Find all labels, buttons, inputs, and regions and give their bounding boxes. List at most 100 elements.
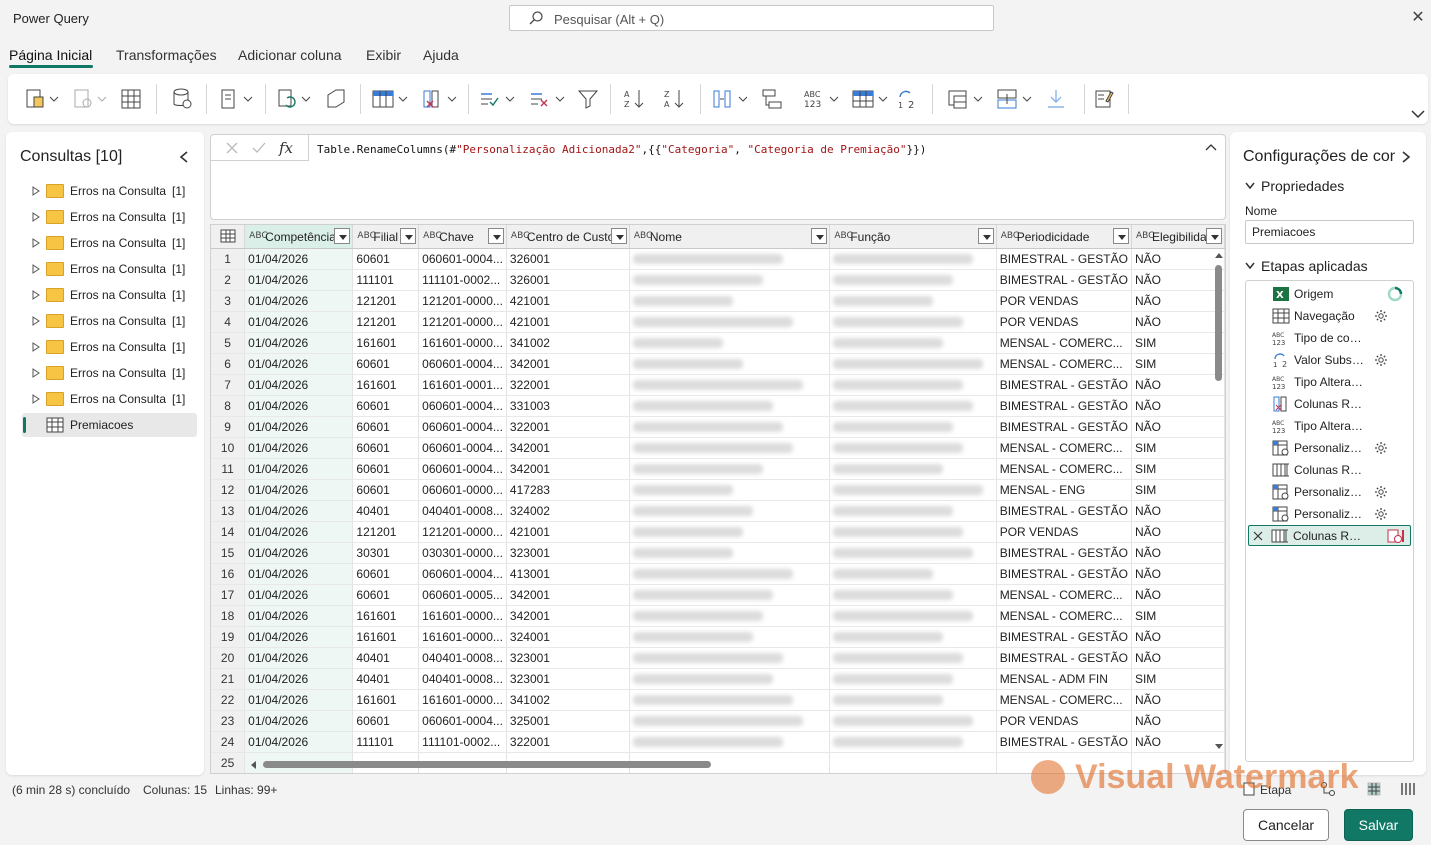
applied-step[interactable]: Navegação: [1250, 305, 1410, 326]
cell-periodicidade[interactable]: MENSAL - COMERC...: [996, 437, 1132, 459]
cell-centro-custo[interactable]: 342001: [506, 437, 630, 459]
cell-centro-custo[interactable]: 326001: [506, 248, 630, 270]
cell-filial[interactable]: 161601: [352, 626, 420, 648]
cell-periodicidade[interactable]: MENSAL - ENG: [996, 479, 1132, 501]
replace-values-icon[interactable]: 21: [896, 86, 920, 112]
cell-periodicidade[interactable]: BIMESTRAL - GESTÃO: [996, 269, 1132, 291]
horizontal-scrollbar[interactable]: [249, 757, 1209, 771]
column-header[interactable]: ABC Elegibilidade: [1131, 225, 1225, 249]
keep-rows-icon[interactable]: [478, 86, 516, 112]
vertical-scroll-thumb[interactable]: [1215, 265, 1222, 381]
cell-elegibilidade[interactable]: SIM: [1131, 332, 1225, 354]
applied-step[interactable]: Colunas Renomeadas1: [1248, 525, 1411, 546]
choose-columns-icon[interactable]: [371, 86, 409, 112]
append-queries-icon[interactable]: [995, 86, 1033, 112]
cell-centro-custo[interactable]: 342001: [506, 353, 630, 375]
chevron-right-icon[interactable]: [1400, 150, 1412, 164]
cell-nome-blurred[interactable]: [629, 332, 831, 354]
step-warning-icon[interactable]: [1387, 528, 1405, 544]
cell-competencia[interactable]: 01/04/2026: [244, 710, 354, 732]
cell-elegibilidade[interactable]: NÃO: [1131, 731, 1225, 753]
cell-periodicidade[interactable]: POR VENDAS: [996, 290, 1132, 312]
cell-periodicidade[interactable]: BIMESTRAL - GESTÃO: [996, 626, 1132, 648]
cell-filial[interactable]: 40401: [352, 668, 420, 690]
query-item-premiacoes[interactable]: Premiacoes: [22, 413, 197, 437]
filter-icon[interactable]: [576, 86, 600, 112]
cell-chave[interactable]: 161601-0000...: [418, 605, 507, 627]
cell-nome-blurred[interactable]: [629, 521, 831, 543]
cell-centro-custo[interactable]: 322001: [506, 374, 630, 396]
cell-filial[interactable]: 161601: [352, 332, 420, 354]
cell-filial[interactable]: 60601: [352, 248, 420, 270]
cell-centro-custo[interactable]: 322001: [506, 416, 630, 438]
cell-elegibilidade[interactable]: SIM: [1131, 437, 1225, 459]
fx-icon[interactable]: fx: [279, 139, 293, 157]
scroll-up-icon[interactable]: [1214, 251, 1224, 259]
cell-centro-custo[interactable]: 342001: [506, 584, 630, 606]
cell-funcao-blurred[interactable]: [829, 458, 997, 480]
vertical-scrollbar[interactable]: [1213, 251, 1223, 751]
cell-nome-blurred[interactable]: [629, 479, 831, 501]
applied-step[interactable]: ABC123 Tipo de coluna alterado: [1250, 327, 1410, 348]
cell-centro-custo[interactable]: 342001: [506, 605, 630, 627]
cell-nome-blurred[interactable]: [629, 416, 831, 438]
cell-periodicidade[interactable]: MENSAL - COMERC...: [996, 605, 1132, 627]
cell-elegibilidade[interactable]: NÃO: [1131, 563, 1225, 585]
cell-centro-custo[interactable]: 323001: [506, 542, 630, 564]
cell-elegibilidade[interactable]: NÃO: [1131, 269, 1225, 291]
applied-step[interactable]: Personalização Adicionada2: [1250, 503, 1410, 524]
cell-periodicidade[interactable]: BIMESTRAL - GESTÃO: [996, 500, 1132, 522]
cell-nome-blurred[interactable]: [629, 731, 831, 753]
expand-triangle-icon[interactable]: [31, 212, 41, 222]
data-source-icon[interactable]: [170, 86, 194, 112]
cell-elegibilidade[interactable]: NÃO: [1131, 311, 1225, 333]
cell-competencia[interactable]: 01/04/2026: [244, 269, 354, 291]
cell-elegibilidade[interactable]: NÃO: [1131, 626, 1225, 648]
cell-chave[interactable]: 060601-0004...: [418, 710, 507, 732]
expand-triangle-icon[interactable]: [31, 238, 41, 248]
row-number[interactable]: 22: [211, 689, 246, 711]
cell-nome-blurred[interactable]: [629, 290, 831, 312]
column-filter-dropdown[interactable]: [487, 228, 504, 244]
manage-table-icon[interactable]: [119, 86, 143, 112]
query-group-item[interactable]: Erros na Consulta [1]: [22, 205, 192, 229]
cell-funcao-blurred[interactable]: [829, 563, 997, 585]
cell-elegibilidade[interactable]: NÃO: [1131, 584, 1225, 606]
sort-asc-icon[interactable]: AZ: [622, 86, 646, 112]
cell-filial[interactable]: 60601: [352, 416, 420, 438]
column-filter-dropdown[interactable]: [334, 228, 351, 244]
cell-centro-custo[interactable]: 341002: [506, 332, 630, 354]
cell-centro-custo[interactable]: 325001: [506, 710, 630, 732]
cell-centro-custo[interactable]: 413001: [506, 563, 630, 585]
cell-funcao-blurred[interactable]: [829, 521, 997, 543]
row-number[interactable]: 15: [211, 542, 246, 564]
column-filter-dropdown[interactable]: [1206, 228, 1222, 244]
column-filter-dropdown[interactable]: [400, 228, 417, 244]
gear-icon[interactable]: [1374, 309, 1388, 323]
cell-chave[interactable]: 060601-0004...: [418, 395, 507, 417]
cell-elegibilidade[interactable]: NÃO: [1131, 395, 1225, 417]
applied-step[interactable]: ABC 123 Tipo Alterado1: [1250, 415, 1410, 436]
chevron-up-icon[interactable]: [1205, 143, 1217, 151]
applied-steps-section[interactable]: Etapas aplicadas: [1245, 258, 1368, 274]
cell-centro-custo[interactable]: 421001: [506, 290, 630, 312]
cell-centro-custo[interactable]: 323001: [506, 647, 630, 669]
cell-periodicidade[interactable]: MENSAL - COMERC...: [996, 353, 1132, 375]
cell-periodicidade[interactable]: BIMESTRAL - GESTÃO: [996, 395, 1132, 417]
cell-competencia[interactable]: 01/04/2026: [244, 605, 354, 627]
cell-elegibilidade[interactable]: NÃO: [1131, 290, 1225, 312]
cell-nome-blurred[interactable]: [629, 668, 831, 690]
cell-competencia[interactable]: 01/04/2026: [244, 584, 354, 606]
gear-icon[interactable]: [1374, 485, 1388, 499]
row-number[interactable]: 2: [211, 269, 246, 291]
select-all-corner[interactable]: [211, 225, 246, 249]
cell-elegibilidade[interactable]: NÃO: [1131, 647, 1225, 669]
cell-chave[interactable]: 060601-0004...: [418, 248, 507, 270]
tab-adicionar-coluna[interactable]: Adicionar coluna: [238, 47, 342, 63]
cell-periodicidade[interactable]: POR VENDAS: [996, 311, 1132, 333]
query-name-input[interactable]: Premiacoes: [1245, 220, 1414, 244]
data-type-icon[interactable]: ABC 123: [802, 86, 840, 112]
cell-competencia[interactable]: 01/04/2026: [244, 563, 354, 585]
grid-view-icon[interactable]: [1366, 781, 1382, 797]
applied-step[interactable]: Colunas Renomeadas: [1250, 459, 1410, 480]
